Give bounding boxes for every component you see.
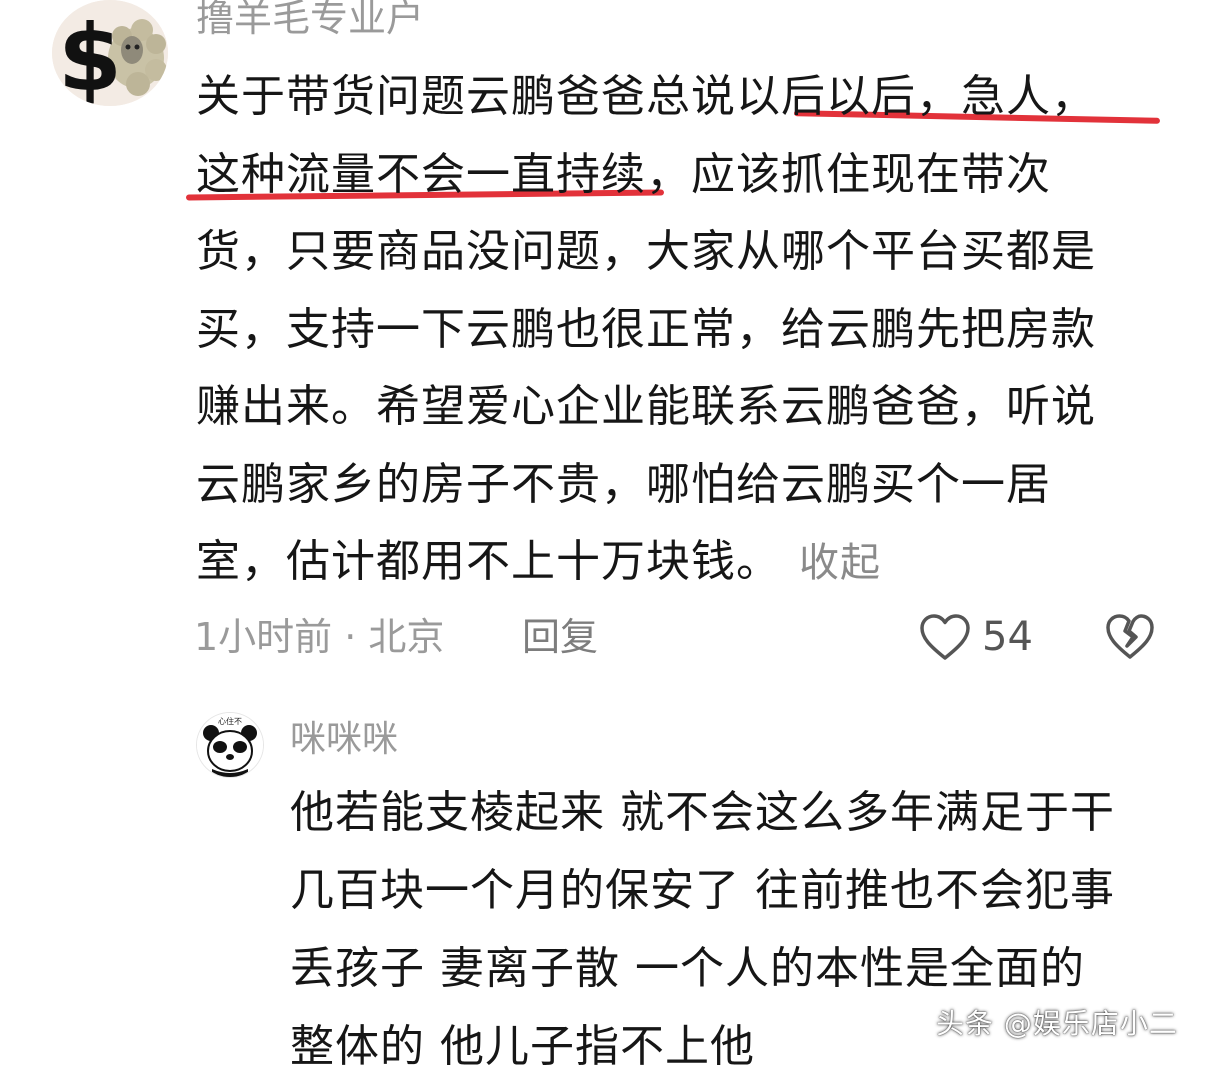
reply-button[interactable]: 回复 xyxy=(522,612,598,662)
comment-text-line-last: 室，估计都用不上十万块钱。 收起 xyxy=(196,523,1186,601)
user-avatar[interactable]: $ xyxy=(52,0,168,106)
reply-text-line: 几百块一个月的保安了 往前推也不会犯事 xyxy=(290,865,1115,916)
comment-text-line: 货，只要商品没问题，大家从哪个平台买都是 xyxy=(196,226,1096,277)
reply-text-line: 他若能支棱起来 就不会这么多年满足于干 xyxy=(290,787,1115,838)
svg-text:$: $ xyxy=(58,5,122,106)
heart-outline-icon xyxy=(920,614,970,660)
dollar-sheep-avatar-icon: $ xyxy=(52,0,168,106)
panda-face-avatar-icon: 心住不 xyxy=(197,713,263,777)
collapse-button[interactable]: 收起 xyxy=(799,540,881,586)
comment-text-line: 云鹏家乡的房子不贵，哪怕给云鹏买个一居 xyxy=(196,458,1051,510)
reply-text-line: 丢孩子 妻离子散 一个人的本性是全面的 xyxy=(290,943,1085,994)
broken-heart-icon xyxy=(1106,614,1154,659)
reply-username[interactable]: 咪咪咪 xyxy=(290,718,398,762)
comment-time-location: 1小时前 · 北京 xyxy=(194,615,445,659)
comment-text-line: 室，估计都用不上十万块钱。 xyxy=(196,536,781,587)
comment-username[interactable]: 撸羊毛专业户 xyxy=(196,0,424,40)
comment-text-line: 买，支持一下云鹏也很正常，给云鹏先把房款 xyxy=(196,303,1096,355)
comment-text-line: 这种流量不会一直持续，应该抓住现在带次 xyxy=(196,148,1051,200)
reply-user-avatar[interactable]: 心住不 xyxy=(196,712,264,778)
watermark: 头条 @娱乐店小二 xyxy=(936,1007,1178,1040)
avatar-caption: 心住不 xyxy=(218,716,242,726)
dislike-button[interactable] xyxy=(1104,612,1156,662)
like-count: 54 xyxy=(982,614,1033,660)
comment-text-line: 赚出来。希望爱心企业能联系云鹏爸爸，听说 xyxy=(196,381,1096,432)
like-button[interactable]: 54 xyxy=(918,608,1033,666)
comment-text-line: 关于带货问题云鹏爸爸总说以后以后，急人， xyxy=(196,71,1096,122)
comment-body: 关于带货问题云鹏爸爸总说以后以后，急人， 这种流量不会一直持续，应该抓住现在带次… xyxy=(196,58,1186,601)
